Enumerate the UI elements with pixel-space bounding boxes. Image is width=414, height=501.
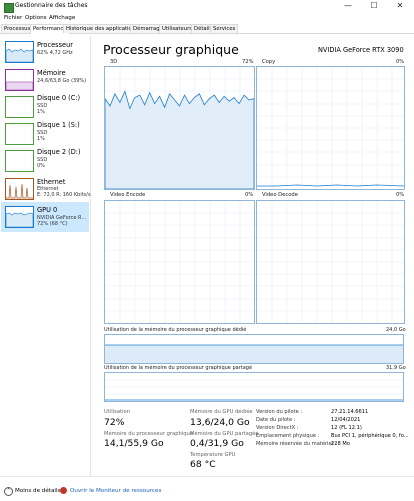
less-details-button[interactable]: Moins de détails: [15, 488, 60, 494]
reserved-memory-value: 228 Mo: [331, 441, 350, 447]
engine-copy-percent: 0%: [396, 59, 405, 65]
engine-video-encode-dropdown[interactable]: Video Encode: [110, 192, 145, 198]
minimize-button[interactable]: —: [335, 0, 361, 12]
maximize-button[interactable]: ☐: [361, 0, 387, 12]
engine-video-decode-graph: [256, 200, 405, 324]
engine-copy-line: [257, 184, 404, 187]
gpu-temperature-value: 68 °C: [190, 459, 216, 470]
dedicated-memory-graph: [104, 334, 404, 364]
sidebar-item-gpu-0[interactable]: GPU 0 NVIDIA GeForce R... 72% (68 °C): [1, 202, 89, 232]
menu-fichier[interactable]: Fichier: [4, 15, 22, 21]
sidebar-item-sub2: 1%: [37, 136, 45, 142]
shared-memory-graph: [104, 372, 404, 402]
tab-processus[interactable]: Processus: [1, 24, 34, 33]
engine-video-encode-graph: [104, 200, 255, 324]
sidebar-item-sub2: 1%: [37, 109, 45, 115]
sidebar-item-sub2: 0%: [37, 163, 45, 169]
engine-3d-graph: [104, 66, 255, 190]
utilisation-label: Utilisation: [104, 409, 130, 415]
gpu-memory-value: 14,1/55,9 Go: [104, 438, 164, 449]
memory-thumbnail: [5, 69, 34, 91]
engine-copy-dropdown[interactable]: Copy: [262, 59, 275, 65]
close-button[interactable]: ✕: [387, 0, 413, 12]
shared-gpu-memory-label: Mémoire du GPU partagée: [190, 431, 259, 437]
shared-memory-max: 31,9 Go: [386, 365, 406, 371]
driver-date-value: 12/04/2021: [331, 417, 361, 423]
resource-monitor-link[interactable]: Ouvrir le Moniteur de ressources: [70, 488, 161, 494]
driver-date-label: Date du pilote :: [256, 417, 296, 423]
gpu-thumbnail: [5, 206, 34, 228]
tab-services[interactable]: Services: [210, 24, 239, 33]
sidebar-item-memoire[interactable]: Mémoire 24,6/63,8 Go (39%): [1, 65, 89, 95]
engine-3d-chart: [105, 67, 254, 189]
engine-copy-graph: [256, 66, 405, 190]
utilisation-value: 72%: [104, 417, 125, 428]
dedicated-gpu-memory-label: Mémoire du GPU dédiée: [190, 409, 253, 415]
menu-options[interactable]: Options: [25, 15, 47, 21]
gpu-memory-label: Mémoire du processeur graphique: [104, 431, 194, 437]
sidebar-item-label: Disque 2 (D:): [37, 148, 81, 156]
engine-video-decode-dropdown[interactable]: Video Decode: [262, 192, 298, 198]
reserved-memory-label: Mémoire réservée du matériel :: [256, 441, 337, 447]
sidebar-item-processeur[interactable]: Processeur 62% 4,72 GHz: [1, 37, 89, 67]
driver-version-label: Version du pilote :: [256, 409, 303, 415]
engine-3d-percent: 72%: [242, 59, 254, 65]
dedicated-memory-max: 24,0 Go: [386, 327, 406, 333]
sidebar-item-disque-1[interactable]: Disque 1 (S:) SSD 1%: [1, 119, 89, 149]
page-title: Processeur graphique: [103, 42, 239, 57]
sidebar-item-sub: 24,6/63,8 Go (39%): [37, 78, 87, 84]
engine-3d-dropdown[interactable]: 3D: [110, 59, 117, 65]
task-manager-icon: [4, 3, 14, 13]
sidebar-item-sub: 62% 4,72 GHz: [37, 50, 73, 56]
sidebar-item-disque-0[interactable]: Disque 0 (C:) SSD 1%: [1, 92, 89, 122]
directx-version-label: Version DirectX :: [256, 425, 299, 431]
driver-version-value: 27.21.14.6611: [331, 409, 369, 415]
disk-thumbnail: [5, 96, 34, 118]
window-title: Gestionnaire des tâches: [15, 2, 88, 9]
menu-affichage[interactable]: Affichage: [49, 15, 75, 21]
chevron-up-icon[interactable]: ˄: [4, 487, 13, 496]
directx-version-value: 12 (FL 12.1): [331, 425, 362, 431]
sidebar-item-label: Ethernet: [37, 178, 66, 186]
ethernet-thumbnail: [5, 178, 34, 200]
resource-monitor-icon: [60, 487, 67, 494]
disk-thumbnail: [5, 123, 34, 145]
sidebar-item-label: Disque 0 (C:): [37, 94, 81, 102]
disk-thumbnail: [5, 150, 34, 172]
shared-memory-label: Utilisation de la mémoire du processeur …: [104, 365, 253, 371]
sidebar-item-label: Processeur: [37, 41, 73, 49]
dedicated-memory-label: Utilisation de la mémoire du processeur …: [104, 327, 247, 333]
gpu-model-name: NVIDIA GeForce RTX 3090: [318, 46, 404, 54]
sidebar-item-label: Disque 1 (S:): [37, 121, 80, 129]
engine-3d-line: [105, 90, 254, 189]
cpu-thumbnail: [5, 41, 34, 63]
tab-utilisateurs[interactable]: Utilisateurs: [159, 24, 196, 33]
sidebar-item-ethernet[interactable]: Ethernet Ethernet E: 72,0 R: 160 Kbits/s: [1, 174, 91, 204]
engine-video-encode-percent: 0%: [245, 192, 254, 198]
engine-video-decode-percent: 0%: [396, 192, 405, 198]
dedicated-gpu-memory-value: 13,6/24,0 Go: [190, 417, 250, 428]
gpu-temperature-label: Température GPU: [190, 452, 236, 458]
sidebar-item-sub2: 72% (68 °C): [37, 221, 68, 227]
sidebar-item-label: GPU 0: [37, 206, 58, 214]
sidebar-item-label: Mémoire: [37, 69, 66, 77]
sidebar-item-disque-2[interactable]: Disque 2 (D:) SSD 0%: [1, 146, 89, 176]
physical-location-value: Bus PCI 1, périphérique 0, fo...: [331, 433, 409, 439]
shared-gpu-memory-value: 0,4/31,9 Go: [190, 438, 244, 449]
physical-location-label: Emplacement physique :: [256, 433, 320, 439]
sidebar-item-sub2: E: 72,0 R: 160 Kbits/s: [37, 192, 91, 198]
